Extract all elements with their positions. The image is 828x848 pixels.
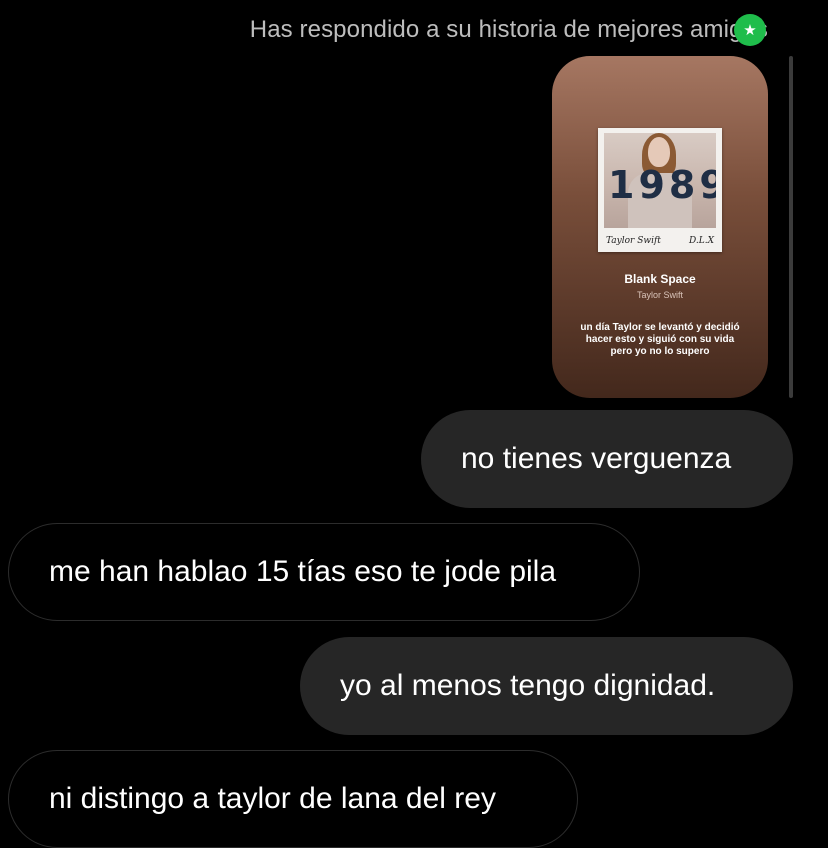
message-bubble-sent[interactable]: no tienes verguenza xyxy=(421,410,793,508)
message-text: no tienes verguenza xyxy=(461,442,732,475)
album-photo: 1989 xyxy=(604,133,716,228)
album-number: 1989 xyxy=(608,163,716,207)
close-friends-badge: ★ xyxy=(734,14,766,46)
message-text: ni distingo a taylor de lana del rey xyxy=(49,782,496,815)
track-artist: Taylor Swift xyxy=(636,290,683,300)
message-bubble-received[interactable]: ni distingo a taylor de lana del rey xyxy=(8,750,578,848)
message-text: yo al menos tengo dignidad. xyxy=(340,669,716,702)
scrollbar[interactable] xyxy=(789,56,793,398)
star-icon: ★ xyxy=(743,21,757,39)
story-reply-text: Has respondido a su historia de mejores … xyxy=(249,16,768,43)
story-preview-card[interactable]: 1989 Taylor Swift D.L.X Blank Space Tayl… xyxy=(552,56,768,398)
album-edition: D.L.X xyxy=(688,236,714,246)
album-caption: Taylor Swift D.L.X xyxy=(606,236,714,246)
story-reply-header: Has respondido a su historia de mejores … xyxy=(250,14,768,46)
story-caption: un día Taylor se levantó y decidió hacer… xyxy=(580,322,740,357)
album-signature: Taylor Swift xyxy=(606,236,661,246)
message-bubble-sent[interactable]: yo al menos tengo dignidad. xyxy=(300,637,793,735)
message-bubble-received[interactable]: me han hablao 15 tías eso te jode pila xyxy=(8,523,640,621)
track-title: Blank Space xyxy=(624,272,696,286)
message-text: me han hablao 15 tías eso te jode pila xyxy=(49,555,557,588)
album-cover: 1989 Taylor Swift D.L.X xyxy=(598,128,722,252)
